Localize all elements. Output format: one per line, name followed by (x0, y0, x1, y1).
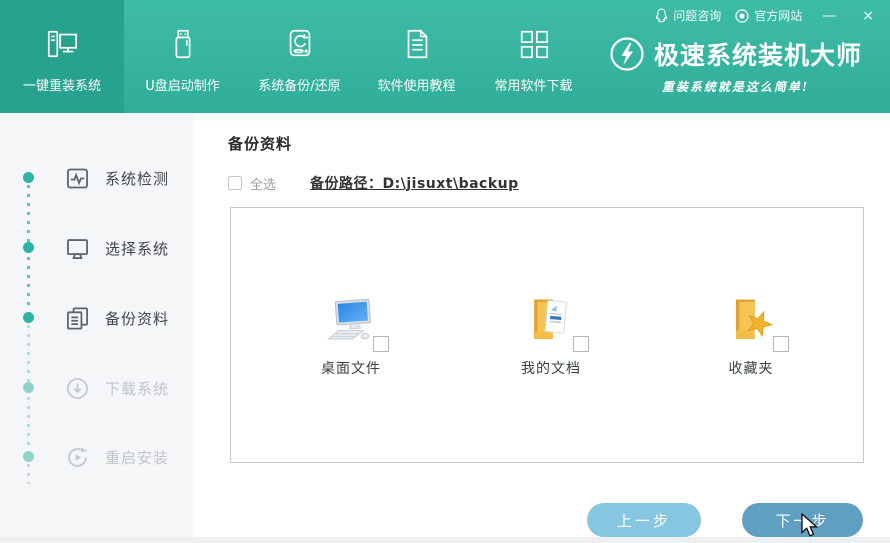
official-site-icon (735, 9, 749, 23)
backup-item-label: 桌面文件 (321, 358, 381, 378)
step-label: 备份资料 (105, 308, 169, 329)
backup-items-box: 桌面文件 (230, 207, 864, 463)
nav-tab-backup-restore[interactable]: 系统备份/还原 (241, 0, 358, 113)
main-content: 备份资料 全选 备份路径：D:\jisuxt\backup (193, 113, 890, 537)
desktop-files-icon (321, 292, 381, 352)
software-grid-icon (516, 27, 552, 61)
progress-dotted-line (27, 464, 30, 484)
step-label: 重启安装 (105, 447, 169, 468)
backup-item-desktop-files[interactable]: 桌面文件 (321, 292, 381, 378)
brand-tagline: 重装系统就是这么简单! (593, 78, 878, 95)
sidebar-step-restart-install[interactable]: 重启安装 (64, 440, 169, 474)
support-link[interactable]: 问题咨询 (655, 7, 721, 24)
app-header: 一键重装系统 U盘启动制作 系统备份/ (0, 0, 890, 113)
backup-item-label: 收藏夹 (729, 358, 774, 378)
progress-dot (23, 312, 34, 323)
select-system-icon (64, 235, 91, 262)
qq-icon (655, 8, 668, 23)
nav-tab-label: 常用软件下载 (494, 75, 572, 94)
select-all-label: 全选 (250, 174, 276, 193)
download-system-icon (64, 375, 91, 402)
app-window: 一键重装系统 U盘启动制作 系统备份/ (0, 0, 890, 543)
nav-tab-usb-boot[interactable]: U盘启动制作 (124, 0, 241, 113)
window-bottom-strip (0, 537, 890, 543)
item-checkbox[interactable] (773, 336, 789, 352)
backup-restore-icon (282, 27, 318, 61)
sidebar-step-backup-data[interactable]: 备份资料 (64, 301, 169, 335)
progress-dot (23, 382, 34, 393)
step-label: 系统检测 (105, 168, 169, 189)
nav-tab-tutorial[interactable]: 软件使用教程 (358, 0, 475, 113)
brand-title: 极速系统装机大师 (654, 36, 862, 72)
nav-tab-label: 一键重装系统 (23, 75, 101, 94)
backup-item-label: 我的文档 (521, 358, 581, 378)
sidebar-step-select-system[interactable]: 选择系统 (64, 231, 169, 265)
select-all-checkbox[interactable]: 全选 (228, 174, 276, 193)
close-button[interactable]: × (856, 8, 880, 24)
support-label: 问题咨询 (673, 7, 721, 24)
nav-tab-reinstall[interactable]: 一键重装系统 (0, 0, 124, 113)
pc-reinstall-icon (44, 27, 80, 61)
backup-item-my-documents[interactable]: 我的文档 (521, 292, 581, 378)
my-documents-icon (521, 292, 581, 352)
page-title: 备份资料 (228, 133, 292, 154)
sidebar-step-system-check[interactable]: 系统检测 (64, 161, 169, 195)
prev-step-button[interactable]: 上一步 (587, 503, 701, 537)
item-checkbox[interactable] (573, 336, 589, 352)
official-site-link[interactable]: 官方网站 (735, 7, 802, 24)
brand: 极速系统装机大师 重装系统就是这么简单! (593, 36, 878, 95)
sidebar-step-download-system[interactable]: 下载系统 (64, 371, 169, 405)
backup-item-favorites[interactable]: 收藏夹 (721, 292, 781, 378)
nav-tab-label: 软件使用教程 (377, 75, 455, 94)
path-row: 全选 备份路径：D:\jisuxt\backup (228, 173, 519, 193)
progress-dot (23, 451, 34, 462)
nav-tab-label: 系统备份/还原 (258, 75, 340, 94)
sidebar: 系统检测 选择系统 备份资料 下载 (0, 113, 193, 537)
tutorial-doc-icon (399, 27, 435, 61)
next-step-button[interactable]: 下一步 (742, 503, 863, 537)
backup-data-icon (64, 305, 91, 332)
step-label: 选择系统 (105, 238, 169, 259)
backup-path-link[interactable]: 备份路径：D:\jisuxt\backup (310, 173, 519, 193)
official-site-label: 官方网站 (754, 7, 802, 24)
progress-dot (23, 172, 34, 183)
progress-dot (23, 242, 34, 253)
restart-install-icon (64, 444, 91, 471)
checkbox-icon[interactable] (228, 176, 242, 190)
item-checkbox[interactable] (373, 336, 389, 352)
system-check-icon (64, 165, 91, 192)
nav-tab-software-download[interactable]: 常用软件下载 (475, 0, 592, 113)
usb-boot-icon (165, 27, 201, 61)
nav-tab-label: U盘启动制作 (145, 75, 220, 94)
minimize-button[interactable]: — (816, 8, 842, 24)
titlebar-controls: 问题咨询 官方网站 — × (655, 7, 880, 24)
lightning-icon (609, 36, 645, 72)
favorites-icon (721, 292, 781, 352)
main-nav: 一键重装系统 U盘启动制作 系统备份/ (0, 0, 592, 113)
step-label: 下载系统 (105, 378, 169, 399)
